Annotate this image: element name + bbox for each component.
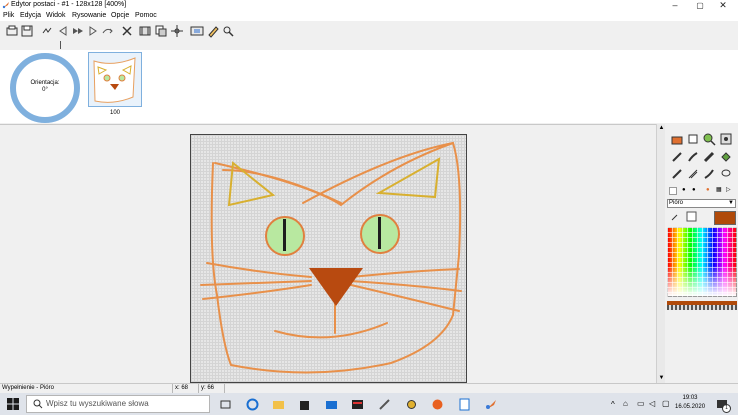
- status-mode: Wypełnienie - Pióro: [2, 385, 54, 391]
- film-icon[interactable]: [138, 24, 152, 38]
- notification-count: 1: [722, 404, 731, 413]
- clock-time: 19:03: [682, 395, 698, 401]
- frame-number: 100: [109, 110, 120, 116]
- drawing-canvas[interactable]: [190, 134, 467, 383]
- brush2-icon[interactable]: [702, 150, 716, 164]
- lasso-icon[interactable]: [719, 167, 733, 181]
- pencil-small-icon[interactable]: [670, 212, 680, 222]
- menu-edycja[interactable]: Edycja: [20, 12, 41, 19]
- brush-size-row[interactable]: ● ● ● ▦ ▷: [668, 186, 738, 195]
- brush-icon[interactable]: [686, 150, 700, 164]
- mail-icon[interactable]: [325, 398, 338, 411]
- swap-colors-icon[interactable]: [686, 211, 697, 222]
- fast-forward-icon[interactable]: [71, 24, 85, 38]
- delete-icon[interactable]: [120, 24, 134, 38]
- terminal-icon[interactable]: [351, 398, 364, 411]
- task-view-icon[interactable]: [219, 398, 232, 411]
- network-icon[interactable]: ⌂: [623, 399, 628, 408]
- save-icon[interactable]: [20, 24, 34, 38]
- window-title: Edytor postaci - #1 - 128x128 [400%]: [11, 1, 127, 8]
- color-dot-icon[interactable]: ●: [706, 186, 710, 195]
- character-editor-taskbar-icon[interactable]: [485, 398, 498, 411]
- store-icon[interactable]: [298, 398, 311, 411]
- size-small-icon[interactable]: ●: [682, 186, 686, 195]
- app-icon: [2, 2, 9, 9]
- edit-icon[interactable]: [206, 24, 220, 38]
- menu-widok[interactable]: Widok: [46, 12, 65, 19]
- cat-thumbnail-image: [93, 57, 136, 103]
- open-icon[interactable]: [5, 24, 19, 38]
- move-icon[interactable]: [170, 24, 184, 38]
- settings-icon[interactable]: [221, 24, 235, 38]
- status-x: x: 68: [175, 385, 189, 391]
- next-frame-icon[interactable]: [86, 24, 100, 38]
- search-icon: [33, 399, 43, 409]
- redo-icon[interactable]: [101, 24, 115, 38]
- eraser-icon[interactable]: [686, 132, 700, 146]
- notifications-button[interactable]: 1: [715, 397, 731, 413]
- preview-icon[interactable]: [190, 24, 204, 38]
- menu-opcje[interactable]: Opcje: [111, 12, 129, 19]
- arrow-right-icon[interactable]: ▷: [726, 186, 731, 195]
- paint-can-icon[interactable]: [719, 150, 733, 164]
- notepad-icon[interactable]: [458, 398, 471, 411]
- cat-drawing: [200, 141, 462, 374]
- orientation-label: Orientacja: 0°: [10, 80, 80, 94]
- clock[interactable]: 19:03 16.05.2020: [675, 394, 705, 412]
- file-explorer-icon[interactable]: [272, 398, 285, 411]
- toolbar: [0, 21, 738, 41]
- search-placeholder: Wpisz tu wyszukiwane słowa: [46, 399, 149, 408]
- undo-icon[interactable]: [40, 24, 54, 38]
- copy-frame-icon[interactable]: [154, 24, 168, 38]
- pen-type-value: Pióro: [669, 200, 684, 206]
- frame-thumbnail[interactable]: [88, 52, 142, 107]
- orientation-caption: Orientacja:: [30, 80, 60, 86]
- prev-frame-icon[interactable]: [56, 24, 70, 38]
- clock-date: 16.05.2020: [675, 404, 706, 410]
- pen-icon[interactable]: [670, 150, 684, 164]
- grid-icon[interactable]: ▦: [716, 186, 722, 195]
- edge-browser-icon[interactable]: [246, 398, 259, 411]
- title-bar: Edytor postaci - #1 - 128x128 [400%] – ▢…: [0, 0, 738, 11]
- color-palette-grid: [667, 227, 737, 297]
- menu-plik[interactable]: Plik: [3, 12, 14, 19]
- menu-pomoc[interactable]: Pomoc: [135, 12, 157, 19]
- battery-icon[interactable]: ▭: [637, 399, 645, 408]
- zoom-icon[interactable]: [702, 132, 716, 146]
- close-button[interactable]: ✕: [708, 0, 738, 11]
- menu-rysowanie[interactable]: Rysowanie: [72, 12, 106, 19]
- volume-icon[interactable]: ◁: [649, 399, 655, 408]
- language-icon[interactable]: ▢: [662, 399, 670, 408]
- app-gear-icon[interactable]: [405, 398, 418, 411]
- brush3-icon[interactable]: [670, 167, 684, 181]
- current-color-swatch[interactable]: [714, 211, 736, 225]
- pen-type-select[interactable]: Pióro ▼: [667, 199, 736, 208]
- size-large-icon[interactable]: ●: [692, 186, 696, 195]
- pattern-strip[interactable]: [667, 305, 737, 310]
- windows-start-icon[interactable]: [7, 398, 19, 410]
- chevron-down-icon[interactable]: ▼: [728, 200, 734, 207]
- orientation-value: 0°: [42, 87, 48, 93]
- fill-icon[interactable]: [670, 132, 684, 146]
- brush5-icon[interactable]: [702, 167, 716, 181]
- menu-bar: Plik Edycja Widok Rysowanie Opcje Pomoc: [0, 11, 738, 21]
- tray-chevron-icon[interactable]: ^: [611, 400, 615, 409]
- status-y: y: 66: [201, 385, 215, 391]
- app-tool-icon[interactable]: [378, 398, 391, 411]
- firefox-icon[interactable]: [431, 398, 444, 411]
- color-picker-icon[interactable]: [719, 132, 733, 146]
- brush4-icon[interactable]: [686, 167, 700, 181]
